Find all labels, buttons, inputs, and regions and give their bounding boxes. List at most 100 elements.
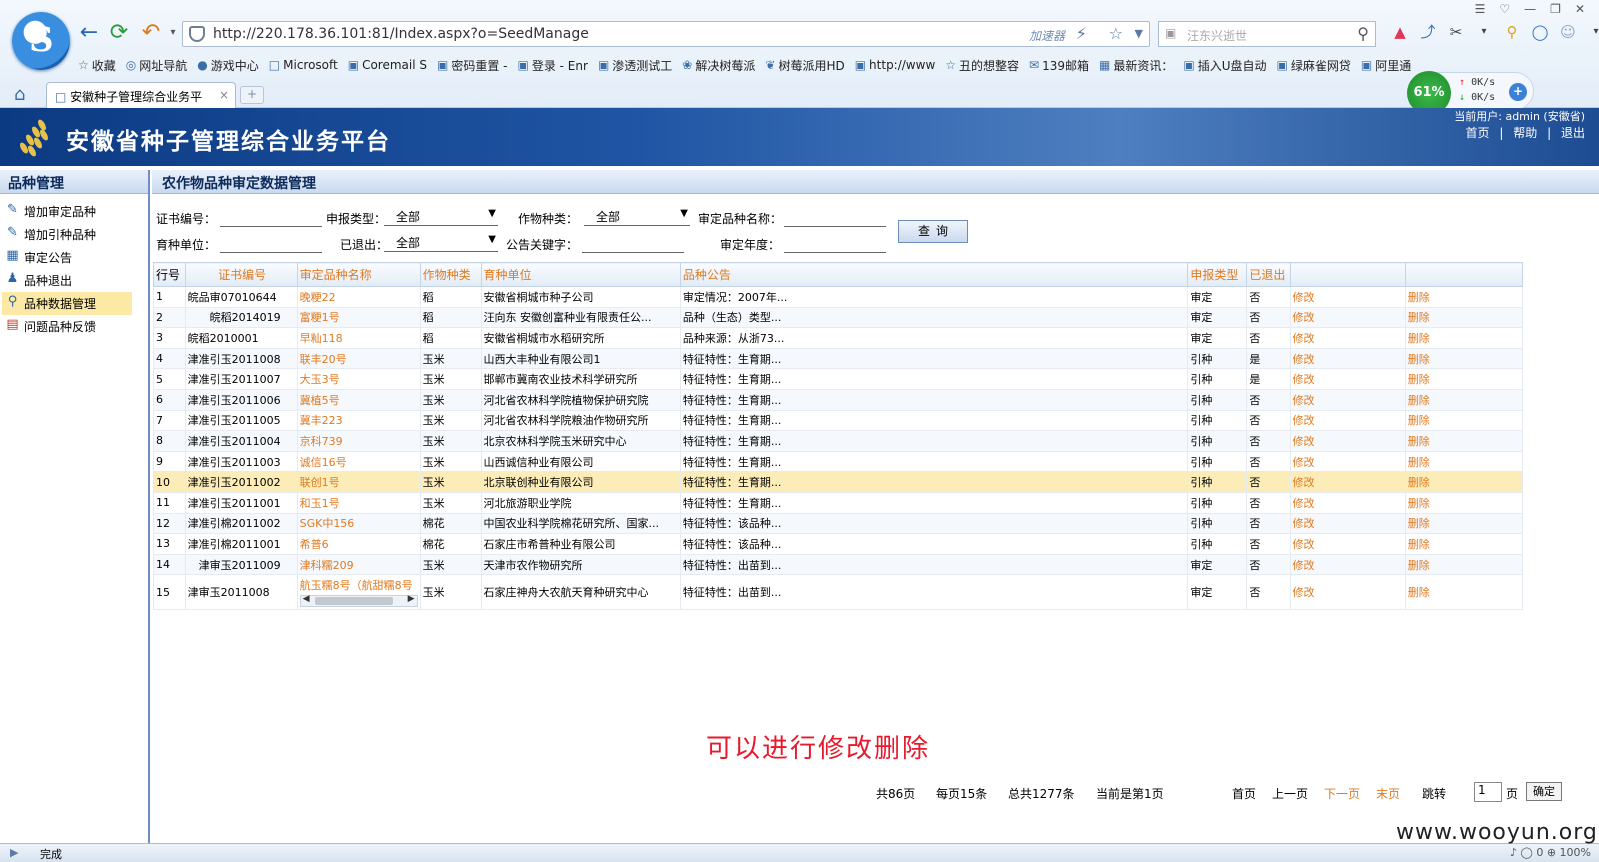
delete-link[interactable]: 删除 <box>1404 409 1524 432</box>
report-type-select[interactable]: 全部 ▼ <box>384 208 498 226</box>
emoji-icon[interactable]: ☺ <box>1558 22 1578 42</box>
table-row[interactable]: 14 津审玉2011009 津科糯209 玉米 天津市农作物研究所 特征特性：出苗到...… <box>153 553 1524 576</box>
sidebar-item-feedback[interactable]: ▤ 问题品种反馈 <box>2 315 132 338</box>
favorite-item[interactable]: ✉ 139邮箱 <box>1029 54 1089 76</box>
col-variety-name[interactable]: 审定品种名称 <box>296 262 421 287</box>
first-page[interactable]: 首页 <box>1232 785 1256 802</box>
favorite-item[interactable]: ☆ 丑的想整容 <box>945 54 1019 76</box>
cell-variety-name-text[interactable]: SGK中156 <box>300 517 355 530</box>
new-tab-button[interactable]: + <box>240 86 264 104</box>
edit-link[interactable]: 修改 <box>1289 327 1406 349</box>
cell-variety-name-text[interactable]: 富粳1号 <box>300 311 340 324</box>
cell-variety-name-text[interactable]: 和玉1号 <box>300 497 340 510</box>
favorite-item[interactable]: ▣ Coremail S <box>348 54 427 76</box>
table-row[interactable]: 9 津准引玉2011003 诚信16号 玉米 山西诚信种业有限公司 特征特性：生育期...… <box>153 450 1524 473</box>
delete-link[interactable]: 删除 <box>1404 286 1524 308</box>
cell-variety-name-text[interactable]: 联丰20号 <box>300 353 347 366</box>
table-row[interactable]: 11 津准引玉2011001 和玉1号 玉米 河北旅游职业学院 特征特性：生育期... 引种… <box>153 491 1524 514</box>
browser-logo-icon[interactable] <box>12 12 70 70</box>
cell-variety-name[interactable]: 富粳1号 <box>296 306 421 329</box>
table-row[interactable]: 15 津审玉2011008 航玉糯8号（航甜糯8号 ◀ ▶ 玉米 石家庄神舟大农航天育种研究… <box>153 574 1524 611</box>
scroll-thumb[interactable] <box>314 597 393 606</box>
cell-variety-name-text[interactable]: 京科739 <box>300 435 343 448</box>
cell-variety-name[interactable]: 晚粳22 <box>296 286 421 308</box>
delete-link[interactable]: 删除 <box>1404 471 1524 493</box>
edit-link[interactable]: 修改 <box>1289 388 1406 411</box>
page-number-input[interactable]: 1 <box>1474 782 1502 802</box>
table-row[interactable]: 7 津准引玉2011005 冀丰223 玉米 河北省农林科学院粮油作物研究所 特征特性：生… <box>153 409 1524 432</box>
delete-link[interactable]: 删除 <box>1404 491 1524 514</box>
cert-no-input[interactable] <box>220 208 322 227</box>
table-row[interactable]: 1 皖品审07010644 晚粳22 稻 安徽省桐城市种子公司 审定情况：2007年...… <box>153 286 1524 308</box>
favorite-star-icon[interactable]: ☆ <box>1109 24 1123 43</box>
variety-name-input[interactable] <box>784 208 886 227</box>
cell-variety-name[interactable]: SGK中156 <box>296 512 421 535</box>
close-icon[interactable]: ✕ <box>1575 2 1585 16</box>
back-arrow-icon[interactable]: ← <box>76 20 102 46</box>
address-bar[interactable]: http://220.178.36.101:81/Index.aspx?o=Se… <box>182 21 1150 47</box>
lightning-icon[interactable]: ⚡ <box>1076 24 1087 43</box>
crop-type-select[interactable]: 全部 ▼ <box>584 208 690 226</box>
cell-variety-name-text[interactable]: 冀植5号 <box>300 394 340 407</box>
menu-icon[interactable]: ☰ <box>1475 2 1486 16</box>
year-input[interactable] <box>784 234 886 253</box>
zoom-icon[interactable]: ⊕ <box>1547 846 1556 859</box>
logout-link[interactable]: 退出 <box>1561 126 1585 140</box>
extension-arrow-icon[interactable]: ⤴ <box>1418 22 1438 42</box>
cell-variety-name[interactable]: 早籼118 <box>296 327 421 349</box>
edit-link[interactable]: 修改 <box>1289 430 1406 452</box>
cell-variety-name-text[interactable]: 联创1号 <box>300 476 340 489</box>
edit-link[interactable]: 修改 <box>1289 491 1406 514</box>
cell-variety-name[interactable]: 大玉3号 <box>296 368 421 390</box>
address-dropdown-icon[interactable]: ▼ <box>1135 27 1143 40</box>
cell-variety-name[interactable]: 航玉糯8号（航甜糯8号 ◀ ▶ <box>296 574 421 611</box>
favorite-item[interactable]: ▣ 插入U盘自动 <box>1183 54 1266 76</box>
withdrawn-select[interactable]: 全部 ▼ <box>384 234 498 252</box>
col-crop-type[interactable]: 作物种类 <box>419 262 482 287</box>
cell-variety-name-text[interactable]: 大玉3号 <box>300 373 340 386</box>
scissors-dropdown-icon[interactable]: ▾ <box>1474 22 1494 42</box>
breeder-input[interactable] <box>220 234 322 253</box>
help-link[interactable]: 帮助 <box>1513 126 1537 140</box>
table-row[interactable]: 6 津准引玉2011006 冀植5号 玉米 河北省农林科学院植物保护研究院 特征特性：生育… <box>153 388 1524 411</box>
delete-link[interactable]: 删除 <box>1404 533 1524 555</box>
cell-variety-name-text[interactable]: 津科糯209 <box>300 559 354 572</box>
col-report-type[interactable]: 申报类型 <box>1187 262 1248 287</box>
favorite-item[interactable]: ❦ 树莓派用HD <box>765 54 844 76</box>
delete-link[interactable]: 删除 <box>1404 512 1524 535</box>
table-row[interactable]: 13 津准引棉2011001 希普6 棉花 石家庄市希普种业有限公司 特征特性：该品种..… <box>153 533 1524 555</box>
cell-variety-name-text[interactable]: 诚信16号 <box>300 456 347 469</box>
horizontal-scrollbar[interactable]: ◀ ▶ <box>299 594 418 608</box>
cell-variety-name[interactable]: 联创1号 <box>296 471 421 493</box>
cell-variety-name[interactable]: 和玉1号 <box>296 491 421 514</box>
favorite-item[interactable]: ◎ 网址导航 <box>126 54 188 76</box>
edit-link[interactable]: 修改 <box>1289 450 1406 473</box>
shield-check-icon[interactable]: ◯ <box>1530 22 1550 42</box>
next-page-link[interactable]: 下一页 <box>1324 785 1360 802</box>
sidebar-item-withdraw[interactable]: ♟ 品种退出 <box>2 269 132 292</box>
edit-link[interactable]: 修改 <box>1289 409 1406 432</box>
extension-pink-icon[interactable]: ▲ <box>1390 22 1410 42</box>
favorite-item[interactable]: □ Microsoft <box>269 54 338 76</box>
scissors-icon[interactable]: ✂ <box>1446 22 1466 42</box>
edit-link[interactable]: 修改 <box>1289 512 1406 535</box>
prev-page[interactable]: 上一页 <box>1272 785 1308 802</box>
speed-widget[interactable]: 61% ↑ 0K/s ↓ 0K/s + <box>1407 71 1534 115</box>
sidebar-item-add-approved[interactable]: ✎ 增加审定品种 <box>2 200 132 223</box>
table-row[interactable]: 3 皖稻2010001 早籼118 稻 安徽省桐城市水稻研究所 品种来源：从浙73... 审… <box>153 327 1524 349</box>
favorite-item[interactable]: ▣ 登录 - Enr <box>518 54 588 76</box>
sidebar-item-add-introduced[interactable]: ✎ 增加引种品种 <box>2 223 132 246</box>
cell-variety-name-text[interactable]: 冀丰223 <box>300 414 343 427</box>
delete-link[interactable]: 删除 <box>1404 388 1524 411</box>
edit-link[interactable]: 修改 <box>1289 574 1406 611</box>
cell-variety-name-text[interactable]: 希普6 <box>300 538 329 551</box>
cell-variety-name-text[interactable]: 航玉糯8号（航甜糯8号 <box>300 579 413 592</box>
query-button[interactable]: 查询 <box>898 220 968 243</box>
search-icon[interactable]: ⚲ <box>1357 24 1369 43</box>
last-page-link[interactable]: 末页 <box>1376 785 1400 802</box>
tab-close-icon[interactable]: × <box>219 88 229 102</box>
cell-variety-name[interactable]: 诚信16号 <box>296 450 421 473</box>
home-icon[interactable]: ⌂ <box>14 84 25 105</box>
edit-link[interactable]: 修改 <box>1289 368 1406 390</box>
delete-link[interactable]: 删除 <box>1404 553 1524 576</box>
